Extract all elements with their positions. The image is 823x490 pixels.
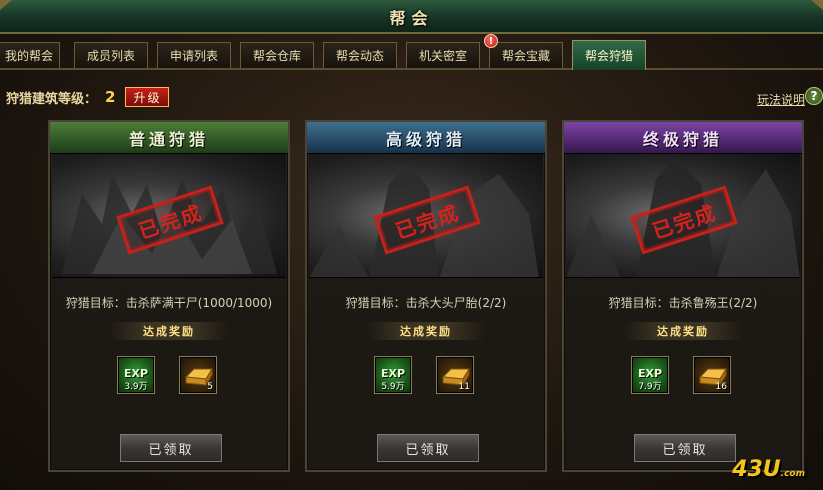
tab-guild-warehouse[interactable]: 帮会仓库 xyxy=(240,42,314,68)
watermark-main: 43U xyxy=(732,457,781,482)
help-link[interactable]: 玩法说明 xyxy=(757,91,805,108)
hunt-level-label: 狩猎建筑等级： xyxy=(6,91,98,107)
reward-header: 达成奖励 xyxy=(367,322,485,340)
boss-image: 已完成 xyxy=(566,154,800,278)
hunt-target-text: 狩猎目标：击杀萨满干尸(1000/1000) xyxy=(65,296,273,310)
tab-bar: 我的帮会 成员列表 申请列表 帮会仓库 帮会动态 机关密室 帮会宝藏 帮会狩猎 xyxy=(0,40,823,70)
help-icon[interactable]: ? xyxy=(805,87,823,105)
upgrade-button[interactable]: 升级 xyxy=(125,87,170,107)
tab-guild-hunt[interactable]: 帮会狩猎 xyxy=(572,40,646,70)
panel-title: 普通狩猎 xyxy=(50,122,288,154)
claimed-button[interactable]: 已领取 xyxy=(377,434,479,462)
reward-header: 达成奖励 xyxy=(110,322,228,340)
tab-guild-news[interactable]: 帮会动态 xyxy=(323,42,397,68)
tab-label: 成员列表 xyxy=(86,49,135,63)
tab-application-list[interactable]: 申请列表 xyxy=(157,42,231,68)
gold-bar-reward-icon[interactable]: 5 xyxy=(179,356,217,394)
tab-label: 帮会动态 xyxy=(335,49,384,63)
exp-reward-icon[interactable]: EXP 7.9万 xyxy=(631,356,669,394)
boss-image: 已完成 xyxy=(52,154,286,278)
exp-amount: 5.9万 xyxy=(381,382,405,392)
exp-amount: 7.9万 xyxy=(638,382,662,392)
gold-bar-count: 5 xyxy=(207,382,213,392)
claimed-button[interactable]: 已领取 xyxy=(634,434,736,462)
exp-reward-icon[interactable]: EXP 5.9万 xyxy=(374,356,412,394)
hunt-target-text: 狩猎目标：击杀大头尸胎(2/2) xyxy=(345,296,507,310)
tab-secret-room[interactable]: 机关密室 xyxy=(406,42,480,68)
tab-label: 帮会宝藏 xyxy=(501,49,550,63)
hunt-panel-ultimate: 终极狩猎 已完成 狩猎目标：击杀鲁殇王(2/2) 达成奖励 EXP 7.9万 1… xyxy=(562,120,804,472)
site-watermark-logo: 43U.com xyxy=(732,457,805,482)
title-bar-corner-left xyxy=(0,0,12,10)
hunt-level-row: 狩猎建筑等级： 2 升级 xyxy=(6,87,170,107)
gold-bar-reward-icon[interactable]: 11 xyxy=(436,356,474,394)
boss-image: 已完成 xyxy=(309,154,543,278)
guild-window: 帮会 我的帮会 成员列表 申请列表 帮会仓库 帮会动态 机关密室 帮会宝藏 帮会… xyxy=(0,0,823,490)
tab-label: 帮会狩猎 xyxy=(584,49,633,63)
tab-label: 申请列表 xyxy=(169,49,218,63)
reward-header: 达成奖励 xyxy=(624,322,742,340)
tab-label: 我的帮会 xyxy=(4,49,53,63)
tab-guild-treasure[interactable]: 帮会宝藏 xyxy=(489,42,563,68)
tab-my-guild[interactable]: 我的帮会 xyxy=(0,42,60,68)
gold-bar-reward-icon[interactable]: 16 xyxy=(693,356,731,394)
title-bar-corner-right xyxy=(811,0,823,10)
treasure-alert-icon: ! xyxy=(484,34,498,48)
gold-bar-count: 11 xyxy=(458,382,470,392)
tab-member-list[interactable]: 成员列表 xyxy=(74,42,148,68)
hunt-panel-normal: 普通狩猎 已完成 狩猎目标：击杀萨满干尸(1000/1000) 达成奖励 EXP… xyxy=(48,120,290,472)
title-bar: 帮会 xyxy=(0,0,823,34)
hunt-panel-advanced: 高级狩猎 已完成 狩猎目标：击杀大头尸胎(2/2) 达成奖励 EXP 5.9万 … xyxy=(305,120,547,472)
claimed-button[interactable]: 已领取 xyxy=(120,434,222,462)
panel-title: 终极狩猎 xyxy=(564,122,802,154)
hunt-level-value: 2 xyxy=(105,88,116,106)
watermark-suffix: .com xyxy=(780,469,805,479)
hunt-target-text: 狩猎目标：击杀鲁殇王(2/2) xyxy=(608,296,758,310)
exp-amount: 3.9万 xyxy=(124,382,148,392)
panel-title: 高级狩猎 xyxy=(307,122,545,154)
window-title: 帮会 xyxy=(389,9,434,28)
gold-bar-count: 16 xyxy=(715,382,727,392)
exp-reward-icon[interactable]: EXP 3.9万 xyxy=(117,356,155,394)
tab-label: 帮会仓库 xyxy=(252,49,301,63)
tab-label: 机关密室 xyxy=(418,49,467,63)
